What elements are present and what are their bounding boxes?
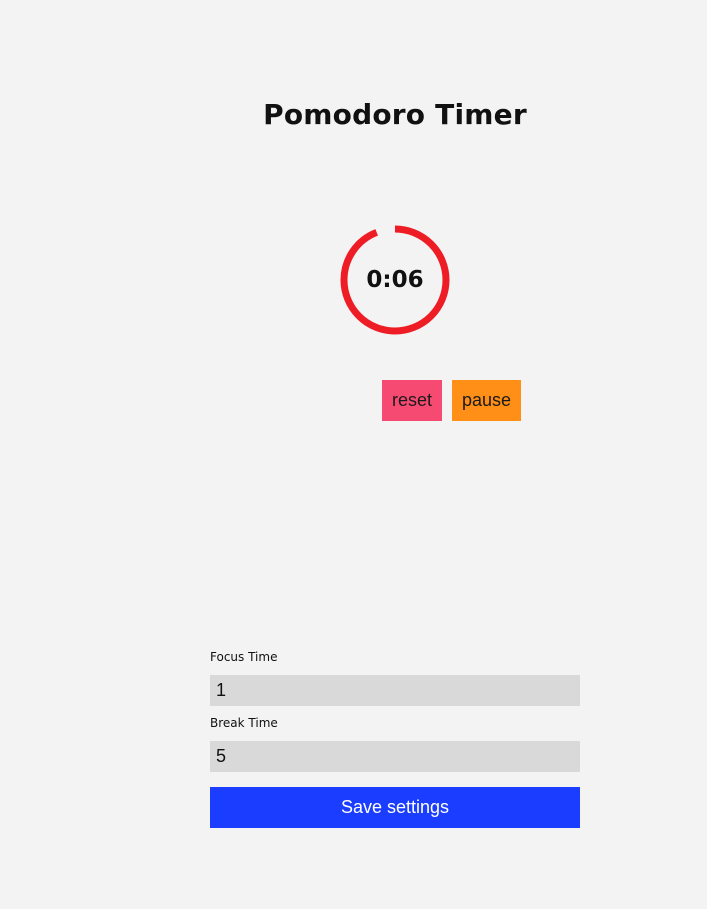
- timer-ring: 0:06: [338, 223, 452, 337]
- reset-button[interactable]: reset: [382, 380, 442, 421]
- break-time-input[interactable]: [210, 741, 580, 772]
- timer-display: 0:06: [366, 267, 424, 293]
- save-settings-button[interactable]: Save settings: [210, 787, 580, 828]
- focus-time-input[interactable]: [210, 675, 580, 706]
- page-title: Pomodoro Timer: [263, 98, 527, 131]
- pause-button[interactable]: pause: [452, 380, 521, 421]
- break-time-label: Break Time: [210, 716, 278, 730]
- focus-time-label: Focus Time: [210, 650, 278, 664]
